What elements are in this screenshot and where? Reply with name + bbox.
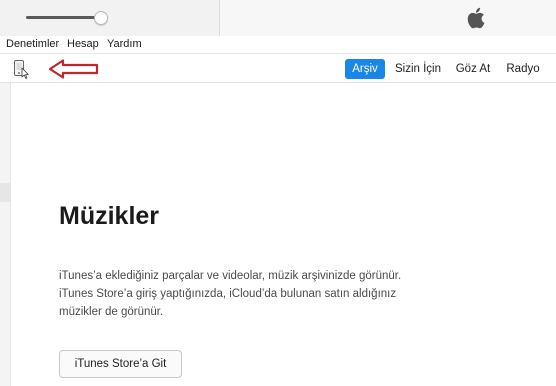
menu-bar: Denetimler Hesap Yardım bbox=[0, 36, 556, 54]
volume-slider[interactable] bbox=[26, 16, 104, 19]
menu-item-yardim[interactable]: Yardım bbox=[107, 38, 142, 50]
sidebar-handle[interactable] bbox=[0, 183, 10, 202]
toolbar: Arşiv Sizin İçin Göz At Radyo bbox=[0, 54, 556, 83]
itunes-window: Denetimler Hesap Yardım Arşiv Sizin İçin… bbox=[0, 0, 556, 386]
description-line: müzikler de görünür. bbox=[59, 306, 164, 318]
main-content: Müzikler iTunes’a eklediğiniz parçalar v… bbox=[11, 83, 556, 386]
description-line: iTunes’a eklediğiniz parçalar ve videola… bbox=[59, 270, 402, 282]
menu-item-denetimler[interactable]: Denetimler bbox=[6, 38, 59, 50]
library-description: iTunes’a eklediğiniz parçalar ve videola… bbox=[59, 267, 449, 321]
tab-radyo[interactable]: Radyo bbox=[501, 59, 545, 79]
volume-knob[interactable] bbox=[94, 11, 109, 25]
status-display bbox=[219, 0, 556, 36]
page-title: Müzikler bbox=[59, 202, 160, 230]
sidebar-strip bbox=[0, 83, 11, 386]
description-line: iTunes Store’a giriş yaptığınızda, iClou… bbox=[59, 288, 397, 300]
tab-sizin-icin[interactable]: Sizin İçin bbox=[390, 59, 446, 79]
menu-item-hesap[interactable]: Hesap bbox=[67, 38, 99, 50]
tab-goz-at[interactable]: Göz At bbox=[451, 59, 495, 79]
red-arrow-icon bbox=[48, 59, 99, 79]
tab-arsiv[interactable]: Arşiv bbox=[345, 59, 385, 79]
device-icon[interactable] bbox=[12, 59, 30, 79]
apple-logo-icon bbox=[467, 7, 485, 29]
player-controls bbox=[0, 0, 219, 36]
volume-fill bbox=[26, 16, 101, 19]
itunes-store-button[interactable]: iTunes Store’a Git bbox=[59, 350, 182, 378]
player-bar bbox=[0, 0, 556, 36]
